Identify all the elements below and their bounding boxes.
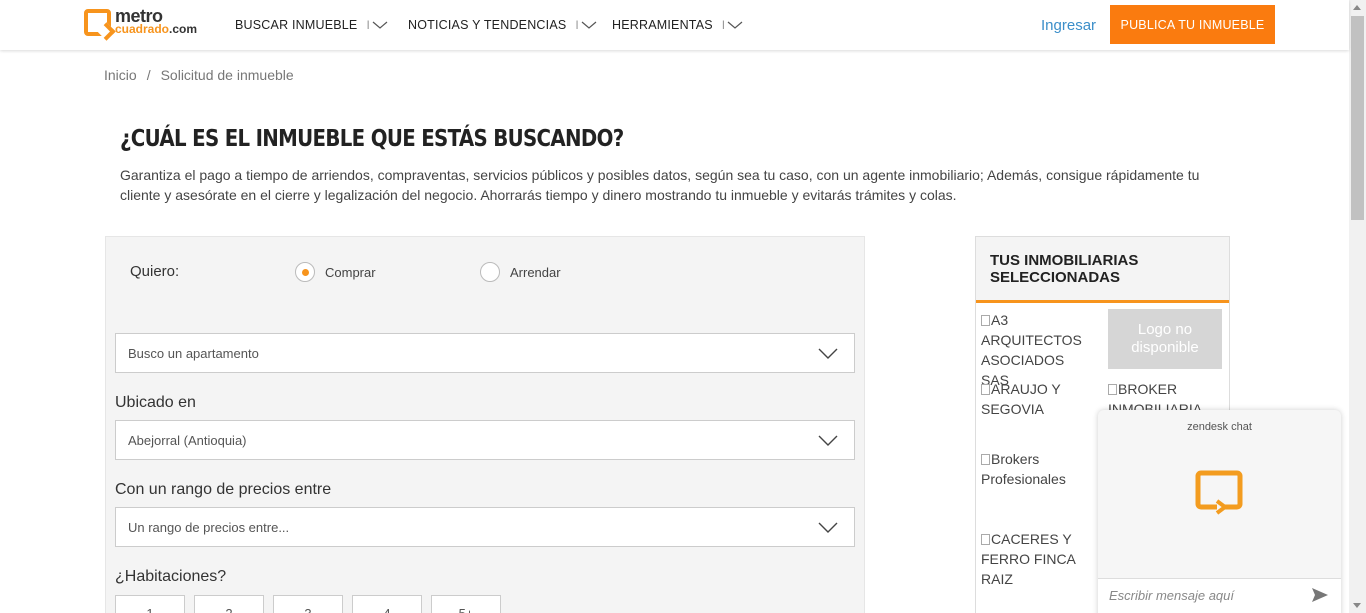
rooms-label: ¿Habitaciones?	[115, 568, 227, 585]
radio-label: Arrendar	[510, 264, 561, 280]
radio-unselected-icon	[480, 262, 500, 282]
agency-item[interactable]: ARAUJO Y SEGOVIA	[981, 379, 1096, 419]
scroll-up-icon[interactable]	[1353, 5, 1361, 10]
publish-property-button[interactable]: PUBLICA TU INMUEBLE	[1110, 5, 1275, 44]
room-option-3[interactable]: 3	[273, 595, 343, 613]
chat-bubble-icon	[1195, 470, 1243, 515]
breadcrumb-current: Solicitud de inmueble	[160, 67, 294, 83]
agency-item[interactable]: A3 ARQUITECTOS ASOCIADOS SAS	[981, 310, 1096, 390]
logo-unavailable-placeholder: Logo no disponible	[1108, 309, 1222, 369]
login-link[interactable]: Ingresar	[1041, 17, 1096, 34]
scrollbar-thumb[interactable]	[1351, 16, 1364, 220]
site-logo[interactable]: metro cuadrado.com	[84, 7, 198, 36]
agency-item[interactable]: CACERES Y FERRO FINCA RAIZ	[981, 529, 1096, 589]
logo-mark-icon	[84, 9, 111, 36]
radio-comprar[interactable]: Comprar	[295, 262, 376, 282]
agency-item[interactable]: Brokers Profesionales	[981, 449, 1096, 489]
room-option-4[interactable]: 4	[352, 595, 422, 613]
chat-widget[interactable]: zendesk chat Escribir mensaje aquí	[1098, 410, 1341, 613]
page-scrollbar[interactable]	[1349, 0, 1366, 613]
price-range-label: Con un rango de precios entre	[115, 481, 332, 498]
nav-label: NOTICIAS Y TENDENCIAS	[408, 18, 567, 32]
nav-herramientas[interactable]: HERRAMIENTAS I	[612, 18, 743, 32]
intent-label: Quiero:	[130, 263, 180, 280]
select-value: Un rango de precios entre...	[128, 519, 290, 535]
room-option-5-plus[interactable]: 5+	[431, 595, 501, 613]
radio-selected-icon	[295, 262, 315, 282]
page: metro cuadrado.com BUSCAR INMUEBLE I NOT…	[0, 0, 1366, 613]
nav-separator: I	[721, 18, 726, 32]
send-icon[interactable]	[1311, 587, 1329, 603]
breadcrumb-separator: /	[146, 67, 151, 83]
select-value: Abejorral (Antioquia)	[128, 432, 247, 448]
broken-image-icon	[981, 454, 990, 465]
location-select[interactable]: Abejorral (Antioquia)	[115, 420, 855, 460]
property-type-select[interactable]: Busco un apartamento	[115, 333, 855, 373]
select-value: Busco un apartamento	[128, 345, 259, 361]
broken-image-icon	[981, 315, 990, 326]
chevron-down-icon	[372, 21, 388, 29]
radio-arrendar[interactable]: Arrendar	[480, 262, 561, 282]
chat-message-input[interactable]: Escribir mensaje aquí	[1098, 578, 1341, 613]
nav-label: BUSCAR INMUEBLE	[235, 18, 358, 32]
nav-noticias-tendencias[interactable]: NOTICIAS Y TENDENCIAS I	[408, 18, 597, 32]
chat-placeholder: Escribir mensaje aquí	[1109, 588, 1234, 603]
nav-label: HERRAMIENTAS	[612, 18, 713, 32]
chevron-down-icon	[727, 21, 743, 29]
chevron-down-icon	[818, 348, 838, 359]
breadcrumb-home[interactable]: Inicio	[104, 67, 137, 83]
location-label: Ubicado en	[115, 394, 196, 411]
price-range-select[interactable]: Un rango de precios entre...	[115, 507, 855, 547]
intro-text: Garantiza el pago a tiempo de arriendos,…	[120, 167, 1200, 203]
logo-suffix: .com	[169, 21, 198, 36]
rooms-options: 1 2 3 4 5+	[115, 595, 501, 613]
site-header: metro cuadrado.com BUSCAR INMUEBLE I NOT…	[0, 0, 1349, 50]
chat-title: zendesk chat	[1187, 421, 1252, 433]
chevron-down-icon	[581, 21, 597, 29]
breadcrumb: Inicio / Solicitud de inmueble	[104, 67, 294, 83]
page-title: ¿CUÁL ES EL INMUEBLE QUE ESTÁS BUSCANDO?	[120, 126, 624, 152]
broken-image-icon	[981, 534, 990, 545]
room-option-1[interactable]: 1	[115, 595, 185, 613]
broken-image-icon	[1108, 384, 1117, 395]
logo-wordmark-sub: cuadrado	[115, 21, 170, 36]
radio-label: Comprar	[325, 264, 376, 280]
broken-image-icon	[981, 384, 990, 395]
nav-separator: I	[366, 18, 371, 32]
chevron-down-icon	[818, 435, 838, 446]
room-option-2[interactable]: 2	[194, 595, 264, 613]
agencies-title: TUS INMOBILIARIAS SELECCIONADAS	[976, 237, 1229, 303]
chevron-down-icon	[818, 522, 838, 533]
search-request-form: Quiero: Comprar Arrendar Busco un aparta…	[105, 236, 865, 613]
scroll-down-icon[interactable]	[1353, 603, 1361, 608]
nav-separator: I	[575, 18, 579, 32]
nav-buscar-inmueble[interactable]: BUSCAR INMUEBLE I	[235, 18, 388, 32]
